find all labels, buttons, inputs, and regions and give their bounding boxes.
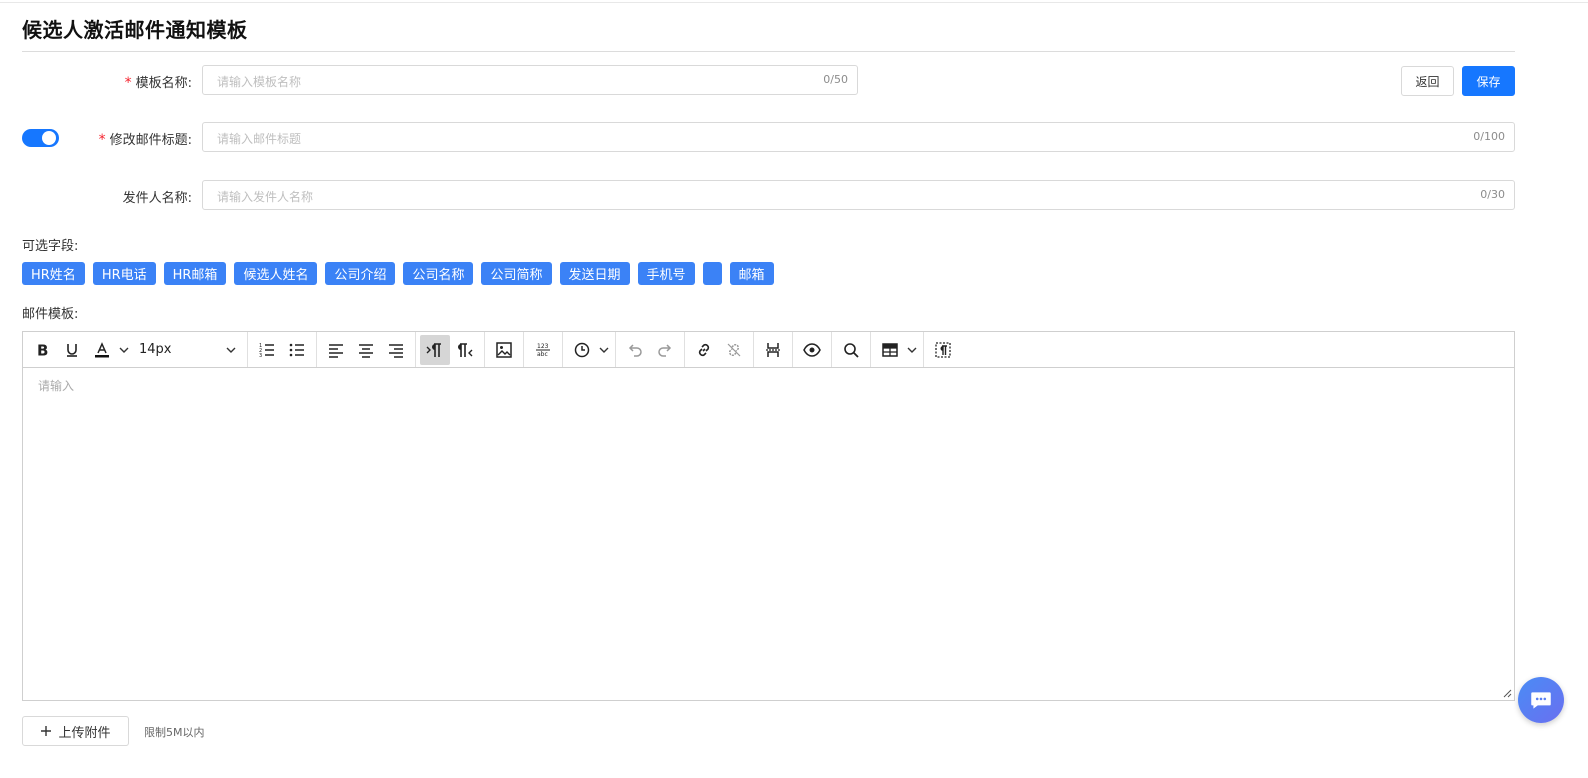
field-tag[interactable]: HR电话: [92, 262, 156, 285]
editor-placeholder: 请输入: [38, 379, 75, 393]
undo-icon[interactable]: [620, 335, 650, 365]
rtl-icon[interactable]: [450, 335, 480, 365]
ordered-list-icon[interactable]: 123: [252, 335, 282, 365]
chat-icon: [1531, 692, 1551, 709]
mail-subject-label: * 修改邮件标题:: [22, 129, 192, 148]
field-tag[interactable]: 候选人姓名: [234, 262, 318, 285]
template-name-input[interactable]: 请输入模板名称 0/50: [202, 65, 858, 95]
template-name-placeholder: 请输入模板名称: [217, 75, 302, 89]
mail-subject-label-text: 修改邮件标题:: [109, 133, 192, 148]
link-icon[interactable]: [689, 335, 719, 365]
preview-icon[interactable]: [797, 335, 827, 365]
font-size-value: 14px: [139, 342, 172, 357]
template-name-label-text: 模板名称:: [135, 76, 192, 91]
title-divider: [22, 51, 1515, 52]
required-mark: *: [124, 75, 132, 91]
sender-name-counter: 0/30: [1480, 188, 1505, 201]
chevron-down-icon[interactable]: [905, 335, 919, 365]
bullet-list-icon[interactable]: [282, 335, 312, 365]
save-button[interactable]: 保存: [1462, 66, 1515, 96]
ltr-icon[interactable]: [420, 334, 450, 365]
bold-icon[interactable]: B: [27, 335, 57, 365]
upload-attachment-label: 上传附件: [58, 725, 111, 741]
redo-icon[interactable]: [650, 335, 680, 365]
sender-name-input[interactable]: 请输入发件人名称 0/30: [202, 180, 1515, 210]
upload-attachment-button[interactable]: 上传附件: [22, 716, 129, 746]
font-size-select[interactable]: 14px: [131, 335, 243, 365]
svg-text:B: B: [37, 341, 48, 359]
editor-content[interactable]: 请输入: [23, 369, 1514, 700]
field-tags: HR姓名 HR电话 HR邮箱 候选人姓名 公司介绍 公司名称 公司简称 发送日期…: [22, 262, 774, 285]
field-tag[interactable]: 发送日期: [559, 262, 630, 285]
mail-subject-input[interactable]: 请输入邮件标题 0/100: [202, 122, 1515, 152]
chat-button[interactable]: [1518, 677, 1564, 723]
unlink-icon[interactable]: [719, 335, 749, 365]
field-tag[interactable]: HR姓名: [22, 262, 85, 285]
sender-name-placeholder: 请输入发件人名称: [217, 190, 314, 204]
chevron-down-icon[interactable]: [597, 335, 611, 365]
field-tag[interactable]: HR邮箱: [163, 262, 227, 285]
back-button[interactable]: 返回: [1401, 66, 1454, 96]
resize-handle-icon[interactable]: [1502, 688, 1512, 698]
field-tag[interactable]: [702, 262, 722, 285]
spellcheck-icon[interactable]: 123 abc: [528, 335, 558, 365]
svg-text:123: 123: [537, 343, 549, 350]
field-tag[interactable]: 公司介绍: [325, 262, 396, 285]
sender-name-label: 发件人名称:: [122, 191, 192, 206]
underline-icon[interactable]: [57, 335, 87, 365]
table-icon[interactable]: [875, 335, 905, 365]
show-blocks-icon[interactable]: [928, 335, 958, 365]
page-break-icon[interactable]: [758, 335, 788, 365]
top-divider: [0, 2, 1588, 3]
align-right-icon[interactable]: [381, 335, 411, 365]
align-left-icon[interactable]: [321, 335, 351, 365]
chevron-down-icon: [226, 347, 236, 353]
editor-label: 邮件模板:: [22, 307, 79, 322]
rich-text-editor: B 14px 123 123 abc 请输入: [22, 331, 1515, 701]
editor-toolbar: B 14px 123 123 abc: [23, 332, 1514, 368]
search-icon[interactable]: [836, 335, 866, 365]
required-mark: *: [98, 132, 106, 148]
mail-subject-counter: 0/100: [1473, 130, 1505, 143]
svg-text:3: 3: [259, 353, 262, 359]
field-tag[interactable]: 手机号: [637, 262, 695, 285]
plus-icon: [41, 726, 52, 736]
image-icon[interactable]: [489, 335, 519, 365]
page-title: 候选人激活邮件通知模板: [22, 18, 248, 42]
field-tag[interactable]: 邮箱: [729, 262, 774, 285]
fields-label: 可选字段:: [22, 239, 79, 254]
align-center-icon[interactable]: [351, 335, 381, 365]
upload-limit-text: 限制5M以内: [144, 726, 205, 739]
mail-subject-placeholder: 请输入邮件标题: [217, 132, 302, 146]
svg-text:abc: abc: [537, 351, 548, 358]
clock-icon[interactable]: [567, 335, 597, 365]
chevron-down-icon[interactable]: [117, 335, 131, 365]
font-color-icon[interactable]: [87, 335, 117, 365]
field-tag[interactable]: 公司名称: [403, 262, 474, 285]
template-name-label: * 模板名称:: [22, 72, 192, 91]
template-name-counter: 0/50: [823, 73, 848, 86]
field-tag[interactable]: 公司简称: [481, 262, 552, 285]
